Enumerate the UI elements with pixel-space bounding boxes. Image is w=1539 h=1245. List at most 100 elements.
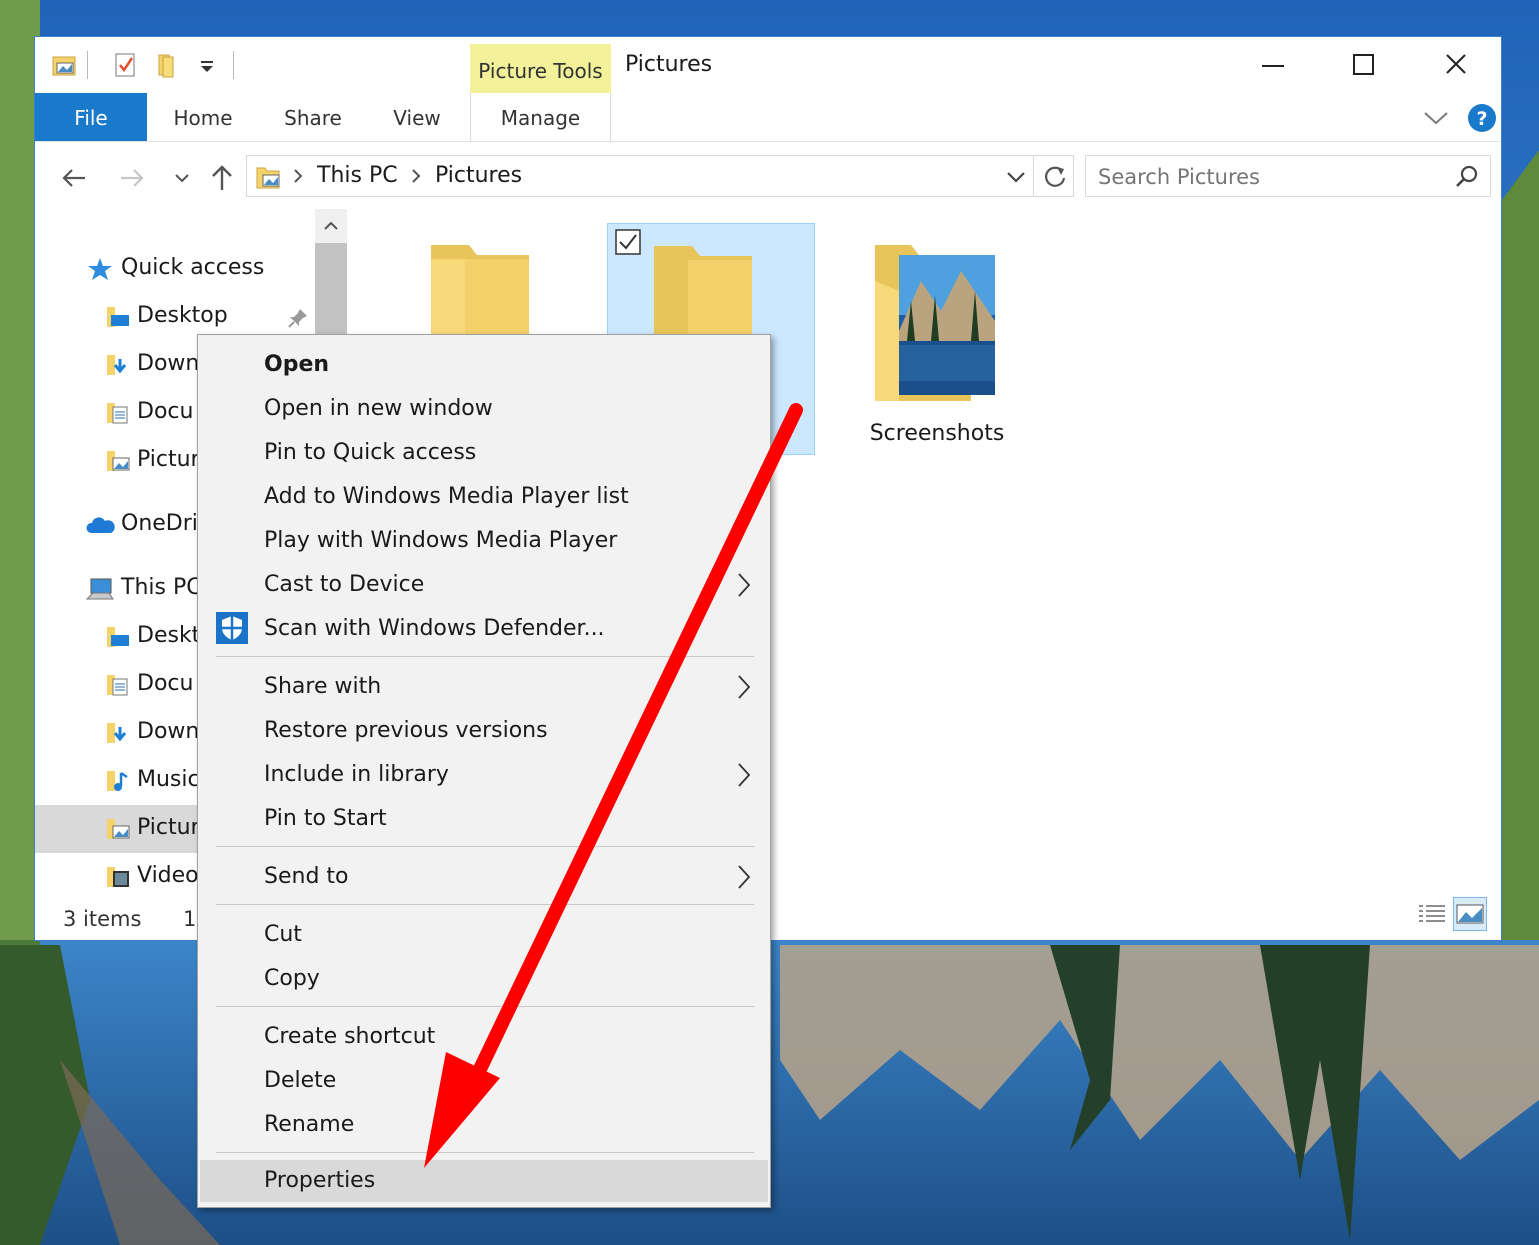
selection-count: 1 — [183, 907, 197, 931]
forward-button[interactable] — [117, 163, 147, 193]
tab-view[interactable]: View — [381, 93, 453, 141]
menu-separator — [216, 1152, 754, 1153]
music-folder-icon — [105, 769, 131, 793]
back-button[interactable] — [59, 163, 89, 193]
menu-item-send-to[interactable]: Send to — [200, 856, 768, 898]
qat-dropdown-icon[interactable] — [195, 51, 219, 77]
large-icons-view-icon — [1456, 904, 1484, 924]
menu-item-label: Scan with Windows Defender... — [264, 616, 605, 641]
menu-item-label: Pin to Quick access — [264, 440, 477, 465]
recent-locations-button[interactable] — [167, 163, 197, 193]
menu-separator — [216, 846, 754, 847]
chevron-right-icon — [734, 761, 754, 789]
nav-item-label: Down — [137, 719, 200, 744]
manage-tab-group: Manage — [470, 93, 611, 141]
desktop-folder-icon — [105, 305, 131, 329]
folder-properties-icon[interactable] — [51, 51, 76, 77]
folder-tile-screenshots[interactable]: Screenshots — [833, 223, 1041, 455]
menu-item-label: Rename — [264, 1112, 355, 1137]
menu-item-share-with[interactable]: Share with — [200, 666, 768, 708]
context-menu: Open Open in new window Pin to Quick acc… — [197, 334, 771, 1208]
large-icons-view-button[interactable] — [1453, 897, 1487, 931]
scroll-up-icon[interactable] — [315, 209, 347, 241]
chevron-down-icon — [175, 174, 189, 183]
menu-item-label: Cut — [264, 922, 302, 947]
help-button[interactable]: ? — [1467, 103, 1497, 133]
menu-item-label: Share with — [264, 674, 382, 699]
tab-manage[interactable]: Manage — [471, 93, 610, 141]
address-history-button[interactable] — [1003, 164, 1029, 194]
menu-item-rename[interactable]: Rename — [200, 1104, 768, 1146]
menu-item-cut[interactable]: Cut — [200, 914, 768, 956]
star-icon — [87, 257, 113, 281]
breadcrumb-separator-icon[interactable] — [409, 164, 423, 193]
expand-ribbon-button[interactable] — [1421, 105, 1451, 131]
new-folder-icon[interactable] — [155, 51, 179, 78]
desktop-folder-icon — [105, 625, 131, 649]
menu-item-scan-defender[interactable]: Scan with Windows Defender... — [200, 608, 768, 650]
screenshots-folder-icon — [871, 241, 1011, 415]
title-bar: Picture Tools Pictures — [35, 37, 1501, 94]
nav-item-label: Music — [137, 767, 200, 792]
up-button[interactable] — [207, 163, 237, 193]
tab-share[interactable]: Share — [271, 93, 355, 141]
tab-home[interactable]: Home — [161, 93, 245, 141]
maximize-button[interactable] — [1340, 47, 1386, 83]
window-title: Pictures — [625, 52, 713, 77]
menu-item-properties[interactable]: Properties — [200, 1160, 768, 1202]
menu-item-cast-to-device[interactable]: Cast to Device — [200, 564, 768, 606]
breadcrumb-pictures[interactable]: Pictures — [435, 163, 522, 188]
menu-item-restore-versions[interactable]: Restore previous versions — [200, 710, 768, 752]
qat-separator — [233, 51, 234, 79]
menu-item-label: Restore previous versions — [264, 718, 548, 743]
breadcrumb-separator-icon[interactable] — [291, 164, 305, 193]
arrow-left-icon — [62, 169, 85, 187]
nav-item-label: This PC — [121, 575, 202, 600]
close-button[interactable] — [1433, 47, 1479, 83]
menu-item-label: Open — [264, 352, 330, 377]
chevron-right-icon — [734, 571, 754, 599]
properties-check-icon[interactable] — [113, 51, 137, 77]
menu-item-delete[interactable]: Delete — [200, 1060, 768, 1102]
breadcrumb-this-pc[interactable]: This PC — [317, 163, 398, 188]
menu-item-add-wmp-list[interactable]: Add to Windows Media Player list — [200, 476, 768, 518]
menu-item-open[interactable]: Open — [200, 344, 768, 386]
address-bar[interactable]: This PC Pictures — [246, 155, 1074, 197]
arrow-up-icon — [212, 165, 232, 190]
minimize-icon — [1262, 65, 1284, 67]
selection-checkbox[interactable] — [614, 228, 642, 260]
menu-item-play-wmp[interactable]: Play with Windows Media Player — [200, 520, 768, 562]
menu-item-include-library[interactable]: Include in library — [200, 754, 768, 796]
search-box — [1085, 155, 1491, 197]
menu-item-pin-to-start[interactable]: Pin to Start — [200, 798, 768, 840]
computer-icon — [85, 577, 114, 601]
search-icon[interactable] — [1454, 164, 1480, 194]
menu-item-open-new-window[interactable]: Open in new window — [200, 388, 768, 430]
menu-item-label: Properties — [264, 1168, 376, 1193]
close-icon — [1446, 54, 1466, 74]
menu-item-label: Pin to Start — [264, 806, 387, 831]
nav-item-label: Docu — [137, 671, 194, 696]
maximize-icon — [1353, 54, 1374, 75]
menu-item-copy[interactable]: Copy — [200, 958, 768, 1000]
nav-item-label: Desktop — [137, 303, 228, 328]
refresh-button[interactable] — [1041, 163, 1069, 195]
pin-icon[interactable] — [287, 307, 309, 333]
details-view-button[interactable] — [1415, 897, 1449, 931]
chevron-down-icon — [1424, 112, 1448, 125]
menu-item-label: Play with Windows Media Player — [264, 528, 618, 553]
nav-item-label: Docu — [137, 399, 194, 424]
picture-tools-contextual-group: Picture Tools — [470, 44, 611, 94]
picture-tools-label: Picture Tools — [478, 59, 603, 83]
minimize-button[interactable] — [1250, 47, 1296, 83]
menu-item-pin-quick-access[interactable]: Pin to Quick access — [200, 432, 768, 474]
shield-icon — [216, 612, 248, 648]
checkbox-checked-icon — [615, 229, 641, 255]
nav-pane-scrollbar[interactable] — [315, 209, 347, 349]
tab-file[interactable]: File — [35, 93, 147, 141]
chevron-down-icon — [1007, 172, 1025, 183]
menu-item-create-shortcut[interactable]: Create shortcut — [200, 1016, 768, 1058]
nav-item-quick-access[interactable]: Quick access — [35, 245, 347, 293]
search-input[interactable] — [1096, 161, 1440, 193]
navigation-row: This PC Pictures — [35, 153, 1501, 201]
